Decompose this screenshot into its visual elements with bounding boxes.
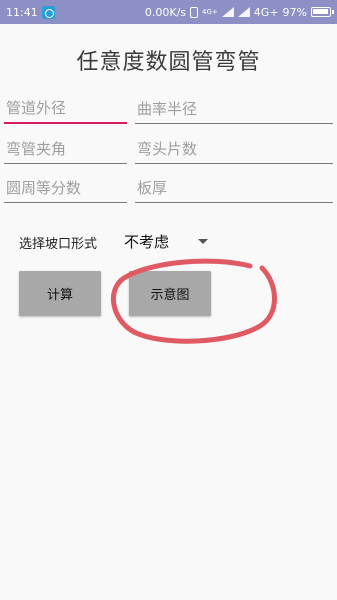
bend-pieces-placeholder: 弯头片数 [137,140,198,158]
plate-thickness-placeholder: 板厚 [137,179,168,197]
calculate-button[interactable]: 计算 [19,271,101,316]
pipe-outer-diameter-placeholder: 管道外径 [6,99,67,117]
plate-thickness-input[interactable]: 板厚 [135,177,333,203]
bend-angle-input[interactable]: 弯管夹角 [4,138,127,164]
bevel-type-label: 选择坡口形式 [19,237,98,252]
circle-divisions-placeholder: 圆周等分数 [6,179,82,197]
network-type: 4G+ [253,5,279,19]
circle-divisions-input[interactable]: 圆周等分数 [4,177,127,203]
status-bar: 11:41 0.00K/s 4G+ 4G+ 97% [0,0,337,24]
diagram-button[interactable]: 示意图 [129,271,211,316]
bend-pieces-input[interactable]: 弯头片数 [135,138,333,164]
dropdown-arrow-icon [198,238,208,244]
page-title: 任意度数圆管弯管 [76,50,261,75]
signal-icon-2 [237,7,250,17]
network-tag-left: 4G+ [202,7,218,16]
app-notification-icon [41,5,55,19]
battery-percent: 97% [282,5,307,19]
battery-icon [311,7,334,17]
bevel-type-value: 不考虑 [124,232,170,251]
vibrate-icon [190,6,199,18]
bend-radius-placeholder: 曲率半径 [137,100,198,118]
signal-icon [221,7,234,17]
bend-radius-input[interactable]: 曲率半径 [135,98,333,124]
network-speed: 0.00K/s [144,5,187,19]
bevel-type-dropdown[interactable]: 不考虑 [124,229,208,253]
status-time: 11:41 [6,5,38,19]
pipe-outer-diameter-input[interactable]: 管道外径 [4,98,127,124]
bend-angle-placeholder: 弯管夹角 [6,140,67,158]
